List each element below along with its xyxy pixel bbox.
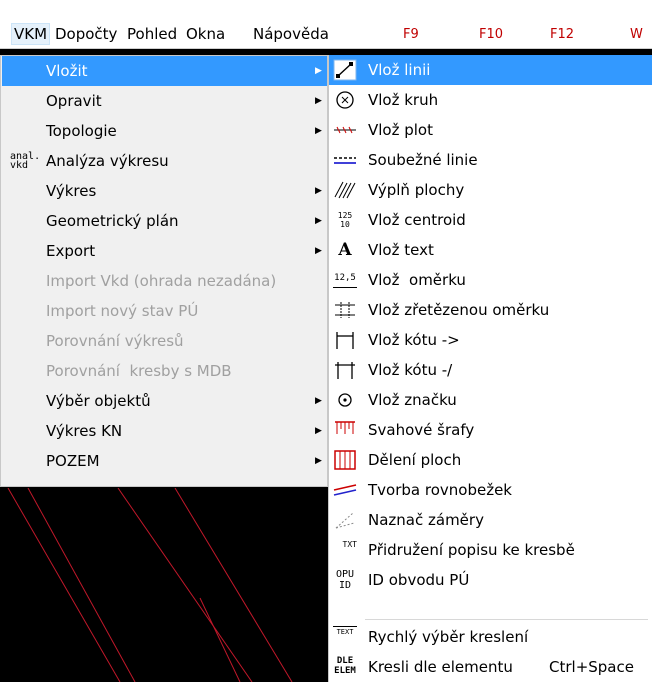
- menu-item-vloz-plot[interactable]: Vlož plot: [329, 115, 652, 145]
- parallels-icon: [333, 484, 357, 496]
- drawing-canvas[interactable]: [0, 488, 332, 682]
- parallel-lines-icon: [334, 157, 356, 164]
- dimension-icon: [336, 332, 354, 349]
- menu-item-analyza[interactable]: anal. vkd Analýza výkresu: [2, 146, 327, 176]
- menu-item-import-vkd: Import Vkd (ohrada nezadána): [46, 272, 277, 290]
- attach-label-icon: TXT: [342, 540, 357, 549]
- menu-okna[interactable]: Okna: [186, 24, 225, 44]
- quick-select-icon: TEXT: [333, 626, 357, 649]
- dimension-slant-icon: [335, 362, 355, 379]
- menu-item-topologie[interactable]: Topologie ▶: [2, 116, 327, 146]
- menu-pohled[interactable]: Pohled: [127, 24, 177, 44]
- analysis-icon: anal. vkd: [10, 151, 41, 171]
- measure-icon: 12,5: [333, 269, 357, 288]
- fence-icon: [334, 126, 356, 134]
- menu-item-vloz-kotu-sikmo[interactable]: Vlož kótu -/: [329, 355, 652, 385]
- menu-item-vykres[interactable]: Výkres ▶: [2, 176, 327, 206]
- menu-separator: [365, 619, 648, 620]
- shortcut-label: Ctrl+Space: [549, 658, 634, 676]
- menu-item-export[interactable]: Export ▶: [2, 236, 327, 266]
- menu-item-vypln-plochy[interactable]: Výplň plochy: [329, 175, 652, 205]
- vlozit-submenu: Vlož linii Vlož kruh Vlož plot Soubežné …: [328, 55, 652, 682]
- submenu-arrow-icon: ▶: [315, 186, 322, 196]
- menu-item-naznac-zamery[interactable]: Naznač záměry: [329, 505, 652, 535]
- menu-item-id-obvodu[interactable]: OPU ID ID obvodu PÚ: [329, 565, 652, 595]
- perimeter-id-icon: OPU ID: [335, 569, 355, 591]
- menu-item-svahove-srafy[interactable]: Svahové šrafy: [329, 415, 652, 445]
- sight-lines-icon: [335, 512, 355, 529]
- f12-button[interactable]: F12: [550, 25, 574, 45]
- submenu-arrow-icon: ▶: [315, 96, 322, 106]
- submenu-arrow-icon: ▶: [315, 216, 322, 226]
- hatch-fill-icon: [334, 181, 356, 199]
- canvas-lines: [7, 488, 293, 682]
- menu-item-vloz-omerku[interactable]: 12,5 Vlož oměrku: [329, 265, 652, 295]
- submenu-arrow-icon: ▶: [315, 426, 322, 436]
- menu-item-vloz-zretezenou-omerku[interactable]: Vlož zřetězenou oměrku: [329, 295, 652, 325]
- menu-item-opravit[interactable]: Opravit ▶: [2, 86, 327, 116]
- menu-napoveda[interactable]: Nápověda: [253, 24, 329, 44]
- menu-item-pridruzeni-popisu[interactable]: TXT Přidružení popisu ke kresbě: [329, 535, 652, 565]
- text-icon: A: [338, 240, 352, 260]
- f9-button[interactable]: F9: [403, 25, 419, 45]
- submenu-arrow-icon: ▶: [315, 246, 322, 256]
- circle-icon: [336, 91, 354, 109]
- menu-item-vloz-linii[interactable]: Vlož linii: [329, 55, 652, 85]
- marker-icon: [338, 393, 352, 407]
- line-icon: [333, 59, 357, 81]
- menu-item-import-novy-stav: Import nový stav PÚ: [46, 302, 199, 320]
- menu-vkm[interactable]: VKM: [10, 23, 51, 45]
- menu-item-tvorba-rovnobezek[interactable]: Tvorba rovnobežek: [329, 475, 652, 505]
- menu-item-vloz-text[interactable]: A Vlož text: [329, 235, 652, 265]
- menu-dopocty[interactable]: Dopočty: [55, 24, 117, 44]
- vkm-dropdown: Vložit ▶ Opravit ▶ Topologie ▶ anal. vkd…: [0, 55, 328, 487]
- centroid-icon: 125 10: [337, 211, 353, 229]
- area-division-icon: [334, 450, 356, 470]
- menu-item-vyber-objektu[interactable]: Výběr objektů ▶: [2, 386, 327, 416]
- menu-item-rychly-vyber[interactable]: TEXT Rychlý výběr kreslení: [329, 622, 652, 652]
- draw-by-element-icon: DLE ELEM: [334, 656, 356, 676]
- slope-hatch-icon: [335, 421, 355, 434]
- menu-item-porovnani-kresby: Porovnání kresby s MDB: [46, 362, 232, 380]
- menu-item-vlozit[interactable]: Vložit ▶: [2, 56, 327, 86]
- menu-item-geometricky-plan[interactable]: Geometrický plán ▶: [2, 206, 327, 236]
- menu-item-kresli-dle-elementu[interactable]: DLE ELEM Kresli dle elementu Ctrl+Space: [329, 652, 652, 682]
- submenu-arrow-icon: ▶: [315, 126, 322, 136]
- menu-bar: VKM Dopočty Pohled Okna Nápověda F9 F10 …: [0, 0, 652, 49]
- menu-item-vloz-znacku[interactable]: Vlož značku: [329, 385, 652, 415]
- submenu-arrow-icon: ▶: [315, 66, 322, 76]
- submenu-arrow-icon: ▶: [315, 456, 322, 466]
- menu-item-soubezne-linie[interactable]: Soubežné linie: [329, 145, 652, 175]
- menu-item-pozem[interactable]: POZEM ▶: [2, 446, 327, 476]
- menu-item-vykres-kn[interactable]: Výkres KN ▶: [2, 416, 327, 446]
- w-button[interactable]: W: [630, 25, 643, 45]
- menu-item-porovnani-vykresu: Porovnání výkresů: [46, 332, 184, 350]
- f10-button[interactable]: F10: [479, 25, 503, 45]
- submenu-arrow-icon: ▶: [315, 396, 322, 406]
- menu-item-vloz-kotu[interactable]: Vlož kótu ->: [329, 325, 652, 355]
- menu-item-deleni-ploch[interactable]: Dělení ploch: [329, 445, 652, 475]
- chain-measure-icon: [335, 302, 355, 318]
- menu-item-vloz-centroid[interactable]: 125 10 Vlož centroid: [329, 205, 652, 235]
- menu-item-vloz-kruh[interactable]: Vlož kruh: [329, 85, 652, 115]
